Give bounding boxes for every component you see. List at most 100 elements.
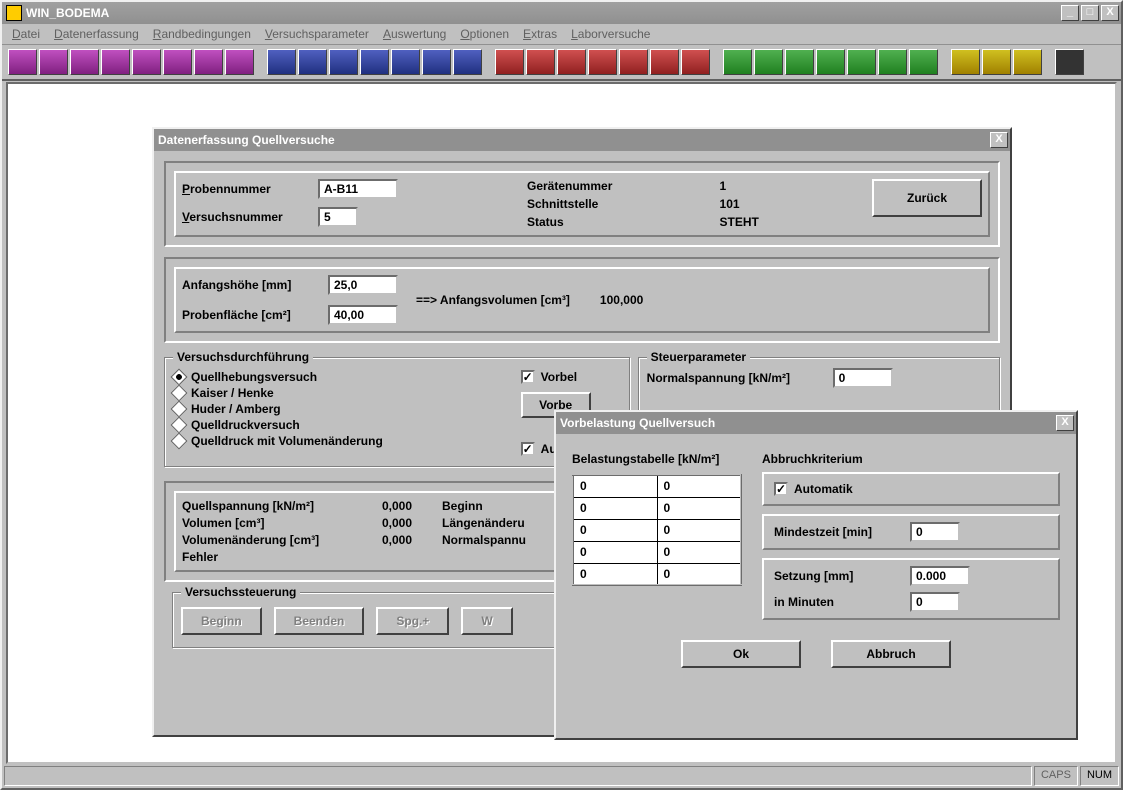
tool-b4[interactable]	[360, 49, 389, 75]
belastung-table[interactable]: 00 00 00 00 00	[572, 474, 742, 586]
main-titlebar: WIN_BODEMA _ □ X	[2, 2, 1121, 24]
tool-1[interactable]	[8, 49, 37, 75]
tool-b7[interactable]	[453, 49, 482, 75]
tool-r5[interactable]	[619, 49, 648, 75]
tool-g7[interactable]	[909, 49, 938, 75]
menu-optionen[interactable]: Optionen	[460, 27, 509, 41]
dialogA-title: Datenerfassung Quellversuche	[158, 133, 335, 147]
tool-b2[interactable]	[298, 49, 327, 75]
app-icon	[6, 5, 22, 21]
tool-y3[interactable]	[1013, 49, 1042, 75]
tool-8[interactable]	[225, 49, 254, 75]
tool-b3[interactable]	[329, 49, 358, 75]
versuchsnummer-input[interactable]	[318, 207, 358, 227]
dialogB-close-button[interactable]: X	[1056, 415, 1074, 431]
geraetenummer-label: Gerätenummer	[527, 179, 702, 193]
normalspannung-label: Normalspannung [kN/m²]	[647, 371, 827, 385]
anfangshoehe-input[interactable]	[328, 275, 398, 295]
fehler-label: Fehler	[182, 550, 382, 564]
tool-r3[interactable]	[557, 49, 586, 75]
tool-y2[interactable]	[982, 49, 1011, 75]
volaenderung-label: Volumenänderung [cm³]	[182, 533, 382, 547]
steuerparameter-title: Steuerparameter	[647, 350, 750, 364]
belastung-title: Belastungstabelle [kN/m²]	[572, 452, 742, 466]
mindestzeit-input[interactable]	[910, 522, 960, 542]
menu-randbedingungen[interactable]: Randbedingungen	[153, 27, 251, 41]
quellspannung-value: 0,000	[382, 499, 442, 513]
probennummer-label: Probennummer	[182, 182, 312, 196]
vorbelastung-checkbox[interactable]: ✓Vorbel	[521, 370, 621, 384]
status-value: STEHT	[720, 215, 848, 229]
tool-b6[interactable]	[422, 49, 451, 75]
tool-g4[interactable]	[816, 49, 845, 75]
menu-datenerfassung[interactable]: Datenerfassung	[54, 27, 139, 41]
tool-r6[interactable]	[650, 49, 679, 75]
volumen-value: 0,000	[382, 516, 442, 530]
radio-quelldruck-volumen[interactable]: Quelldruck mit Volumenänderung	[173, 434, 521, 448]
normalspannung-input[interactable]	[833, 368, 893, 388]
spgplus-button[interactable]: Spg.+	[376, 607, 449, 635]
statusbar: CAPS NUM	[4, 766, 1119, 786]
zurueck-button[interactable]: Zurück	[872, 179, 982, 217]
menu-laborversuche[interactable]: Laborversuche	[571, 27, 650, 41]
beenden-button[interactable]: Beenden	[274, 607, 365, 635]
tool-g3[interactable]	[785, 49, 814, 75]
tool-z1[interactable]	[1055, 49, 1084, 75]
automatik-b-checkbox[interactable]: ✓Automatik	[774, 482, 1048, 496]
anfangsvolumen-label: ==> Anfangsvolumen [cm³]	[416, 293, 570, 307]
menu-versuchsparameter[interactable]: Versuchsparameter	[265, 27, 369, 41]
setzung-input[interactable]	[910, 566, 970, 586]
tool-r4[interactable]	[588, 49, 617, 75]
quellspannung-label: Quellspannung [kN/m²]	[182, 499, 382, 513]
tool-g6[interactable]	[878, 49, 907, 75]
tool-r1[interactable]	[495, 49, 524, 75]
tool-6[interactable]	[163, 49, 192, 75]
tool-3[interactable]	[70, 49, 99, 75]
steuerung-title: Versuchssteuerung	[181, 585, 300, 599]
close-button[interactable]: X	[1101, 5, 1119, 21]
dialogA-titlebar: Datenerfassung Quellversuche X	[154, 129, 1010, 151]
minimize-button[interactable]: _	[1061, 5, 1079, 21]
abbruch-button[interactable]: Abbruch	[831, 640, 951, 668]
inminuten-label: in Minuten	[774, 595, 904, 609]
menubar: Datei Datenerfassung Randbedingungen Ver…	[2, 24, 1121, 45]
geraetenummer-value: 1	[720, 179, 848, 193]
probenflaeche-input[interactable]	[328, 305, 398, 325]
status-main	[4, 766, 1032, 786]
tool-b5[interactable]	[391, 49, 420, 75]
w-button[interactable]: W	[461, 607, 512, 635]
radio-huder-amberg[interactable]: Huder / Amberg	[173, 402, 521, 416]
tool-g5[interactable]	[847, 49, 876, 75]
mindestzeit-label: Mindestzeit [min]	[774, 525, 904, 539]
radio-kaiser-henke[interactable]: Kaiser / Henke	[173, 386, 521, 400]
inminuten-input[interactable]	[910, 592, 960, 612]
tool-7[interactable]	[194, 49, 223, 75]
tool-r7[interactable]	[681, 49, 710, 75]
probennummer-input[interactable]	[318, 179, 398, 199]
ok-button[interactable]: Ok	[681, 640, 801, 668]
tool-4[interactable]	[101, 49, 130, 75]
dialogB-titlebar: Vorbelastung Quellversuch X	[556, 412, 1076, 434]
menu-extras[interactable]: Extras	[523, 27, 557, 41]
app-title: WIN_BODEMA	[26, 6, 109, 20]
maximize-button[interactable]: □	[1081, 5, 1099, 21]
tool-r2[interactable]	[526, 49, 555, 75]
tool-g1[interactable]	[723, 49, 752, 75]
tool-2[interactable]	[39, 49, 68, 75]
versuchsdurchfuehrung-title: Versuchsdurchführung	[173, 350, 313, 364]
setzung-label: Setzung [mm]	[774, 569, 904, 583]
menu-datei[interactable]: Datei	[12, 27, 40, 41]
radio-quellhebungsversuch[interactable]: Quellhebungsversuch	[173, 370, 521, 384]
volaenderung-value: 0,000	[382, 533, 442, 547]
tool-b1[interactable]	[267, 49, 296, 75]
radio-quelldruckversuch[interactable]: Quelldruckversuch	[173, 418, 521, 432]
beginn-button[interactable]: Beginn	[181, 607, 262, 635]
dialogA-close-button[interactable]: X	[990, 132, 1008, 148]
dialogB-title: Vorbelastung Quellversuch	[560, 416, 715, 430]
menu-auswertung[interactable]: Auswertung	[383, 27, 446, 41]
toolbar	[2, 45, 1121, 81]
schnittstelle-label: Schnittstelle	[527, 197, 702, 211]
tool-y1[interactable]	[951, 49, 980, 75]
tool-5[interactable]	[132, 49, 161, 75]
tool-g2[interactable]	[754, 49, 783, 75]
